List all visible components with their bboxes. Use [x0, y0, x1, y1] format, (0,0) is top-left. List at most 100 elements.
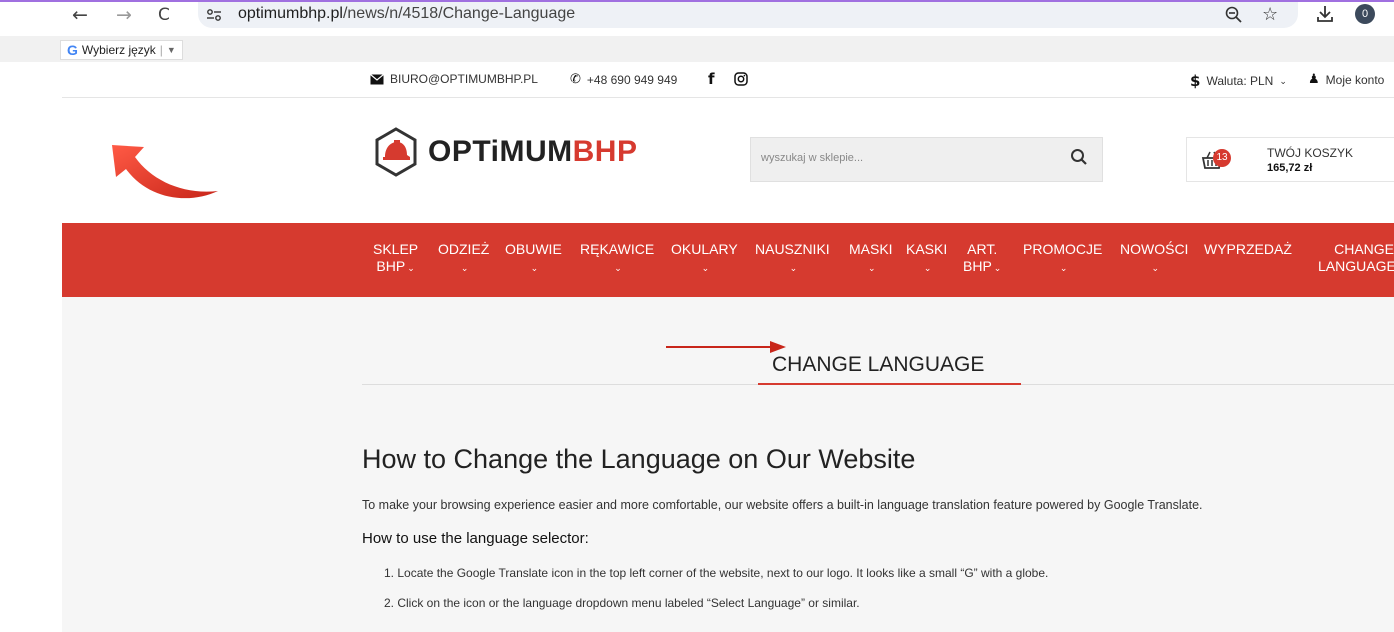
main-menu: SKLEP BHP ⌄ ODZIEŻ ⌄ OBUWIE ⌄ RĘKAWICE ⌄ OKULARY ⌄… [62, 219, 1394, 297]
chevron-down-icon: ⌄ [868, 263, 876, 273]
menu-item[interactable]: ODZIEŻ ⌄ [438, 241, 489, 277]
chevron-down-icon: ⌄ [530, 263, 539, 273]
envelope-icon [370, 73, 384, 84]
reload-button[interactable]: C [158, 4, 170, 26]
chevron-down-icon: ⌄ [789, 263, 798, 273]
left-margin [0, 62, 60, 632]
account-label: Moje konto [1325, 72, 1385, 87]
menu-item-label: NOWOŚCI [1120, 241, 1189, 257]
menu-item-label-line2: ⌄ [671, 258, 738, 277]
menu-item[interactable]: NOWOŚCI ⌄ [1120, 241, 1188, 277]
section-title: CHANGE LANGUAGE [772, 353, 985, 376]
menu-item[interactable]: WYPRZEDAŻ [1204, 241, 1292, 258]
logo-helmet-icon [375, 127, 417, 177]
menu-item[interactable]: NAUSZNIKI ⌄ [755, 241, 830, 277]
google-g-icon: G [67, 42, 78, 58]
chevron-down-icon: ⌄ [614, 263, 622, 273]
red-curved-arrow-icon [112, 145, 218, 199]
chevron-down-icon: ⌄ [923, 263, 932, 273]
list-item: 2. Click on the icon or the language dro… [384, 596, 860, 610]
menu-item-label-line2: ⌄ [849, 258, 893, 277]
top-info-bar: BIURO@OPTIMUMBHP.PL ✆ +48 690 949 949 f … [62, 62, 1394, 98]
menu-item[interactable]: RĘKAWICE ⌄ [580, 241, 654, 277]
chevron-down-icon: ⌄ [460, 263, 469, 273]
menu-item-label: ART. [967, 241, 998, 257]
menu-item[interactable]: MASKI ⌄ [849, 241, 893, 277]
url-text[interactable]: optimumbhp.pl/news/n/4518/Change-Languag… [238, 5, 575, 23]
site-logo[interactable]: OPTiMUMBHP [374, 127, 637, 177]
chevron-down-icon: ⌄ [407, 263, 415, 273]
menu-item[interactable]: OKULARY ⌄ [671, 241, 738, 277]
chevron-down-icon: ⌄ [1151, 263, 1159, 273]
menu-item-label-line2: ⌄ [505, 258, 562, 277]
back-button[interactable]: ← [72, 4, 88, 26]
menu-item-label: WYPRZEDAŻ [1204, 241, 1292, 257]
menu-item-label-line2: ⌄ [438, 258, 489, 277]
google-translate-bar [0, 36, 1394, 62]
menu-item-label-line2: ⌄ [1023, 258, 1102, 277]
forward-button[interactable]: → [116, 4, 132, 26]
menu-caret [152, 219, 160, 223]
cart-amount: 165,72 zł [1267, 162, 1313, 174]
search-box[interactable]: wyszukaj w sklepie... [750, 137, 1103, 182]
zoom-out-icon[interactable] [1225, 6, 1243, 24]
browser-toolbar: ← → C optimumbhp.pl/news/n/4518/Change-L… [0, 0, 1394, 28]
account-link[interactable]: ♟ Moje konto [1308, 72, 1394, 87]
menu-item-label: OKULARY [671, 241, 738, 257]
menu-item[interactable]: KASKI ⌄ [906, 241, 947, 277]
menu-item-sublabel: BHP [376, 258, 406, 274]
menu-item-sublabel: BHP [963, 258, 992, 274]
search-input[interactable]: wyszukaj w sklepie... [761, 152, 863, 164]
logo-text: OPTiMUMBHP [428, 135, 637, 169]
menu-item-label: SKLEP [373, 241, 419, 257]
list-item: 1. Locate the Google Translate icon in t… [384, 566, 1049, 580]
separator: | [159, 43, 163, 57]
currency-label: Waluta: PLN [1206, 74, 1274, 88]
url-path: /news/n/4518/Change-Language [342, 5, 576, 22]
menu-item-label-line2: ⌄ [1120, 258, 1188, 277]
language-selector[interactable]: G Wybierz język | ▼ [60, 40, 183, 60]
menu-item-label-line2: ⌄ [755, 258, 830, 277]
search-icon[interactable] [1070, 148, 1088, 166]
menu-item[interactable]: SKLEP BHP ⌄ [373, 241, 418, 277]
email-link[interactable]: BIURO@OPTIMUMBHP.PL [370, 72, 538, 86]
download-icon[interactable] [1316, 5, 1334, 23]
phone-text: +48 690 949 949 [586, 72, 678, 87]
page-heading: How to Change the Language on Our Websit… [362, 444, 916, 474]
currency-selector[interactable]: $ Waluta: PLN ⌄ [1190, 72, 1287, 90]
menu-item-label-line2: ⌄ [906, 258, 947, 277]
menu-item[interactable]: PROMOCJE ⌄ [1023, 241, 1102, 277]
cart-widget[interactable]: 13 TWÓJ KOSZYK 165,72 zł [1186, 137, 1394, 182]
instagram-icon[interactable] [734, 72, 748, 86]
star-icon[interactable]: ☆ [1262, 4, 1278, 25]
menu-item[interactable]: ART. BHP ⌄ [963, 241, 1001, 277]
site-settings-icon[interactable] [206, 8, 222, 22]
url-domain: optimumbhp.pl [238, 5, 343, 22]
menu-item-label: CHANGE [1334, 241, 1394, 257]
email-text: BIURO@OPTIMUMBHP.PL [390, 72, 538, 86]
menu-item-label: MASKI [849, 241, 893, 257]
chevron-down-icon: ⌄ [1279, 75, 1287, 86]
menu-item-label: PROMOCJE [1023, 241, 1103, 257]
cart-count-badge: 13 [1213, 149, 1231, 167]
facebook-icon[interactable]: f [708, 70, 715, 88]
menu-item-label-line2: ⌄ [580, 258, 654, 277]
chevron-down-icon: ⌄ [993, 263, 1002, 273]
menu-item-label: KASKI [906, 241, 948, 257]
menu-item[interactable]: CHANGE LANGUAGE [1318, 241, 1394, 275]
profile-avatar[interactable]: 0 [1355, 4, 1375, 24]
phone-link[interactable]: ✆ +48 690 949 949 [570, 72, 677, 87]
menu-item-label: ODZIEŻ [438, 241, 490, 257]
menu-item-sublabel: LANGUAGE [1318, 258, 1394, 274]
menu-item[interactable]: OBUWIE ⌄ [505, 241, 562, 277]
website: BIURO@OPTIMUMBHP.PL ✆ +48 690 949 949 f … [62, 62, 1394, 632]
phone-icon: ✆ [570, 72, 581, 87]
chevron-down-icon: ⌄ [1059, 263, 1068, 273]
logo-text-part2: BHP [572, 135, 638, 168]
site-header: OPTiMUMBHP wyszukaj w sklepie... 13 TWÓJ… [62, 99, 1394, 223]
cart-title: TWÓJ KOSZYK [1267, 146, 1354, 160]
dollar-icon: $ [1190, 72, 1201, 90]
title-underline [758, 383, 1021, 385]
intro-paragraph: To make your browsing experience easier … [362, 498, 1203, 512]
menu-item-label: RĘKAWICE [580, 241, 655, 257]
